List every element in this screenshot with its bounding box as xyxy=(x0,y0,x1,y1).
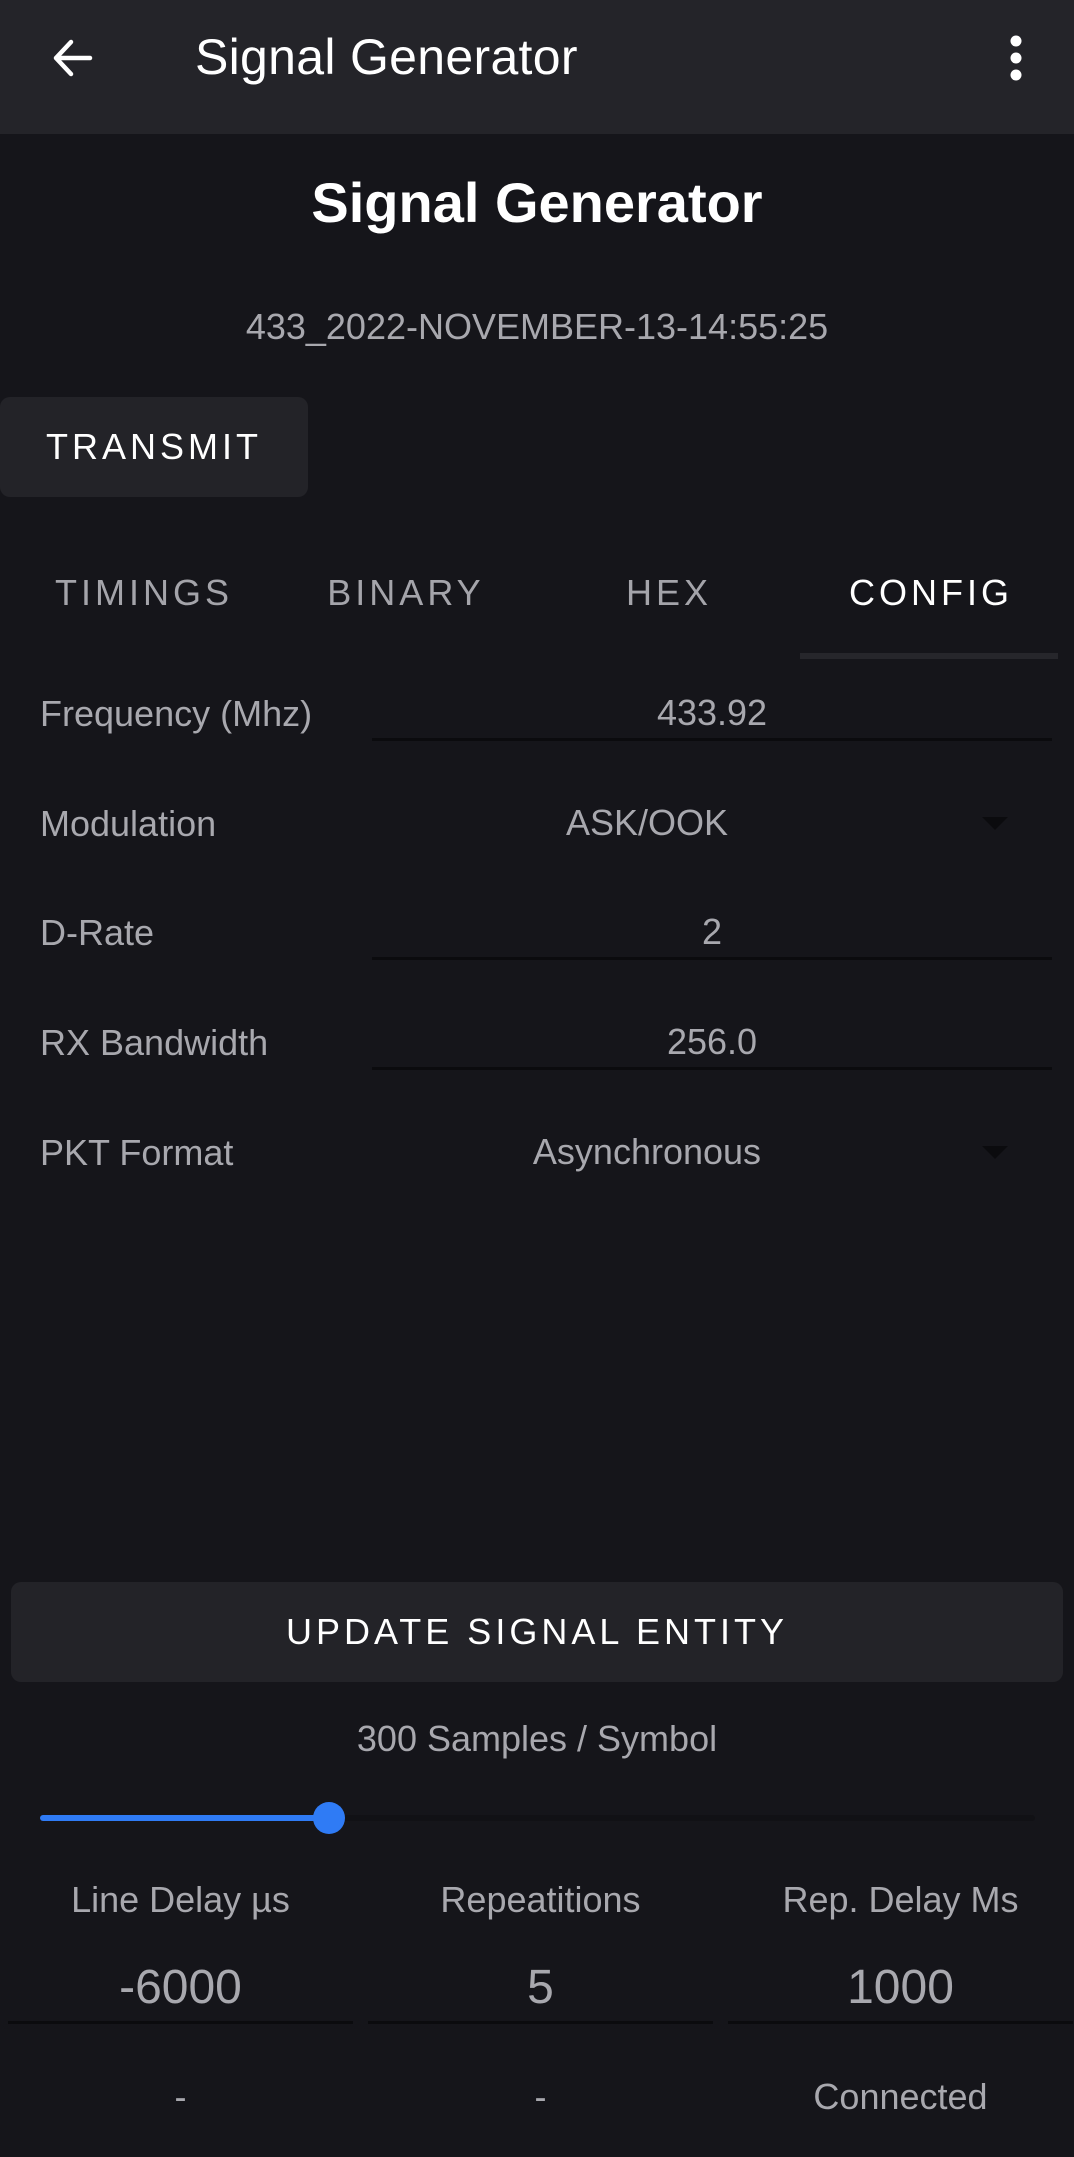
line-delay-input[interactable]: -6000 xyxy=(8,1952,353,2024)
pkt-format-label: PKT Format xyxy=(40,1132,234,1173)
tab-config[interactable]: CONFIG xyxy=(797,572,1065,614)
transmit-button[interactable]: TRANSMIT xyxy=(0,397,308,497)
page-title: Signal Generator xyxy=(311,171,763,234)
slider-fill xyxy=(40,1815,329,1821)
more-options-button[interactable] xyxy=(996,28,1036,92)
modulation-row: Modulation ASK/OOK xyxy=(0,773,1074,883)
tab-timings[interactable]: TIMINGS xyxy=(10,572,278,614)
tab-hex[interactable]: HEX xyxy=(535,572,803,614)
frequency-input[interactable]: 433.92 xyxy=(372,685,1052,741)
repetitions-group: Repeatitions 5 - xyxy=(368,1870,713,2118)
rx-bandwidth-input[interactable]: 256.0 xyxy=(372,1014,1052,1070)
connection-status: Connected xyxy=(813,2076,988,2117)
back-button[interactable] xyxy=(40,30,104,94)
update-signal-entity-button[interactable]: UPDATE SIGNAL ENTITY xyxy=(11,1582,1063,1682)
dropdown-arrow-icon xyxy=(982,817,1008,830)
modulation-dropdown[interactable]: ASK/OOK xyxy=(372,795,1052,851)
tab-indicator xyxy=(800,653,1058,659)
drate-row: D-Rate 2 xyxy=(0,882,1074,992)
repetitions-label: Repeatitions xyxy=(440,1879,641,1920)
frequency-row: Frequency (Mhz) 433.92 xyxy=(0,663,1074,773)
slider-thumb[interactable] xyxy=(312,1802,345,1834)
drate-input[interactable]: 2 xyxy=(372,904,1052,960)
pkt-format-value: Asynchronous xyxy=(532,1131,762,1172)
rep-delay-input[interactable]: 1000 xyxy=(728,1952,1073,2024)
line-delay-status: - xyxy=(174,2076,187,2117)
rep-delay-group: Rep. Delay Ms 1000 Connected xyxy=(728,1870,1073,2118)
pkt-format-dropdown[interactable]: Asynchronous xyxy=(372,1124,1052,1180)
modulation-label: Modulation xyxy=(40,803,217,844)
line-delay-label: Line Delay µs xyxy=(71,1879,290,1920)
dropdown-arrow-icon xyxy=(982,1146,1008,1159)
tab-binary[interactable]: BINARY xyxy=(272,572,540,614)
app-bar-title: Signal Generator xyxy=(195,29,578,85)
samples-slider[interactable] xyxy=(40,1800,1035,1836)
modulation-value: ASK/OOK xyxy=(565,802,729,843)
more-vert-icon xyxy=(1010,35,1022,81)
rx-bandwidth-row: RX Bandwidth 256.0 xyxy=(0,992,1074,1102)
line-delay-group: Line Delay µs -6000 - xyxy=(8,1870,353,2118)
repetitions-status: - xyxy=(534,2076,547,2117)
samples-per-symbol-label: 300 Samples / Symbol xyxy=(356,1718,718,1759)
arrow-back-icon xyxy=(53,39,93,77)
repetitions-input[interactable]: 5 xyxy=(368,1952,713,2024)
rep-delay-label: Rep. Delay Ms xyxy=(782,1879,1019,1920)
app-bar: Signal Generator xyxy=(0,0,1074,134)
tab-bar: TIMINGS BINARY HEX CONFIG xyxy=(0,540,1074,660)
rx-bandwidth-label: RX Bandwidth xyxy=(40,1022,269,1063)
drate-label: D-Rate xyxy=(40,912,155,953)
frequency-label: Frequency (Mhz) xyxy=(40,693,313,734)
pkt-format-row: PKT Format Asynchronous xyxy=(0,1102,1074,1212)
signal-name: 433_2022-NOVEMBER-13-14:55:25 xyxy=(245,306,829,347)
